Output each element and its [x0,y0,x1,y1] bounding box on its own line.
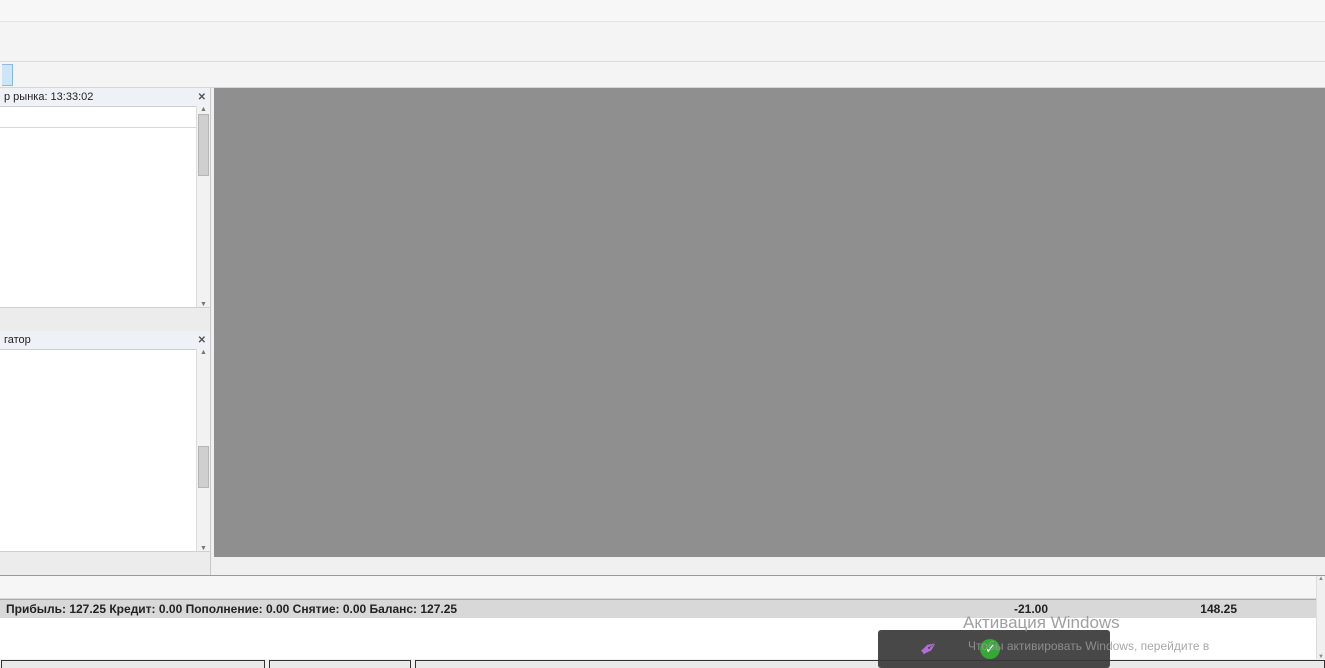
bottom-tab-stub[interactable] [1,660,265,668]
bottom-tab-stub[interactable] [269,660,411,668]
chart-workspace [214,88,1325,557]
market-watch-tabs [0,307,210,331]
main-toolbar [0,22,1325,62]
timeframe-active-stub[interactable] [2,63,13,86]
market-watch-titlebar: р рынка: 13:33:02 ✕ [0,88,210,107]
close-icon[interactable]: ✕ [198,92,206,103]
menu-bar [0,0,1325,22]
timeframe-toolbar [0,62,1325,88]
navigator-title: гатор [4,334,31,346]
market-watch-panel: р рынка: 13:33:02 ✕ ▲ ▼ [0,88,211,331]
market-watch-header [0,107,210,128]
bottom-tab-strip [0,659,1325,668]
windows-activation-watermark-line2: Чтобы активировать Windows, перейдите в [968,639,1210,653]
metatrader-window: р рынка: 13:33:02 ✕ ▲ ▼ гатор ✕ ▲ ▼ Прибыл… [0,0,1325,668]
total-profit: 148.25 [1200,602,1237,616]
bottom-tab-stub [415,660,1325,668]
navigator-panel: гатор ✕ ▲ ▼ [0,331,211,575]
navigator-tabs [0,551,210,575]
market-watch-scrollbar[interactable]: ▲ ▼ [196,106,210,308]
market-watch-title: р рынка: 13:33:02 [4,91,94,103]
pen-icon[interactable]: ✒ [914,633,944,665]
toolbox-summary-row: Прибыль: 127.25 Кредит: 0.00 Пополнение:… [0,599,1325,618]
navigator-scrollbar[interactable]: ▲ ▼ [196,349,210,552]
toolbox-scrollbar[interactable]: ▲ ▼ [1316,576,1325,660]
windows-activation-watermark: Активация Windows [963,613,1120,632]
close-icon[interactable]: ✕ [198,335,206,346]
navigator-titlebar: гатор ✕ [0,331,210,350]
chart-tab-strip [214,557,1325,576]
account-summary: Прибыль: 127.25 Кредит: 0.00 Пополнение:… [6,602,458,616]
toolbox-header-row [0,576,1325,599]
